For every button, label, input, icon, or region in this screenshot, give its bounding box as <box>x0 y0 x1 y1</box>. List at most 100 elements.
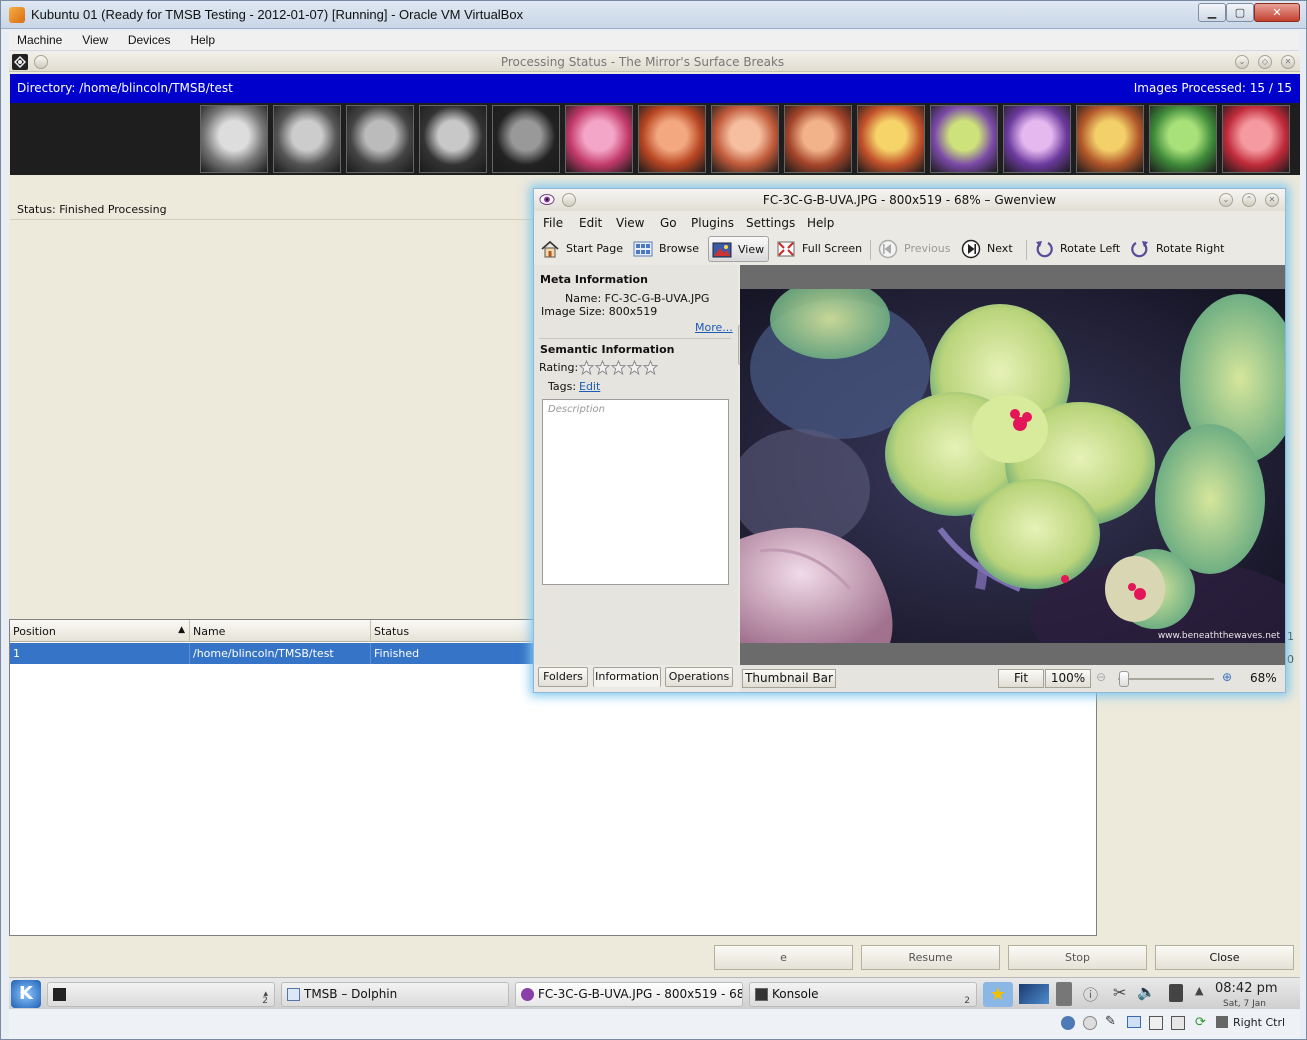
cd-icon[interactable] <box>1083 1016 1097 1030</box>
column-status[interactable]: Status <box>371 620 540 642</box>
column-position[interactable]: Position ▲ <box>10 620 190 642</box>
virtualbox-app-icon <box>9 7 25 23</box>
table-row[interactable]: 1 /home/blincoln/TMSB/test Finished <box>10 643 540 664</box>
info-icon[interactable]: ⓘ <box>1083 984 1098 1005</box>
minimize-icon[interactable]: ⌄ <box>1235 55 1249 69</box>
hard-disk-icon[interactable] <box>1061 1016 1075 1030</box>
star-icon[interactable] <box>643 360 658 375</box>
zoom-out-icon[interactable]: ⊖ <box>1096 670 1106 684</box>
description-field[interactable]: Description <box>542 399 729 585</box>
task-gwenview[interactable]: FC-3C-G-B-UVA.JPG - 800x519 - 68% <box>515 982 743 1007</box>
maximize-button[interactable]: ▢ <box>1226 3 1254 22</box>
next-button[interactable]: Next <box>961 236 1019 262</box>
pause-button[interactable]: e <box>714 945 853 970</box>
network-adapter-icon[interactable] <box>1127 1016 1141 1028</box>
thumbnail[interactable] <box>1149 105 1217 173</box>
maximize-icon[interactable]: ⌃ <box>1242 193 1256 207</box>
thumbnail[interactable] <box>638 105 706 173</box>
menu-plugins[interactable]: Plugins <box>691 216 734 230</box>
star-icon[interactable] <box>595 360 610 375</box>
rotate-right-button[interactable]: Rotate Right <box>1130 236 1226 262</box>
close-icon[interactable]: ✕ <box>1265 193 1279 207</box>
thumbnail[interactable] <box>711 105 779 173</box>
star-icon[interactable]: ★ <box>983 982 1013 1007</box>
virtualbox-titlebar[interactable]: Kubuntu 01 (Ready for TMSB Testing - 201… <box>1 1 1306 29</box>
tab-information[interactable]: Information <box>593 667 661 687</box>
shared-folder-icon[interactable] <box>1149 1016 1163 1030</box>
gwenview-titlebar[interactable]: FC-3C-G-B-UVA.JPG - 800x519 - 68% – Gwen… <box>534 189 1285 211</box>
column-name[interactable]: Name <box>190 620 371 642</box>
menu-view[interactable]: View <box>616 216 644 230</box>
clock-time[interactable]: 08:42 pm <box>1215 981 1278 996</box>
browse-button[interactable]: Browse <box>633 236 699 262</box>
thumbnail[interactable] <box>1076 105 1144 173</box>
tray-expand-icon[interactable]: ▲ <box>1195 984 1203 997</box>
zoom-in-icon[interactable]: ⊕ <box>1222 670 1232 684</box>
tab-folders[interactable]: Folders <box>538 667 588 687</box>
minimize-button[interactable]: ▁ <box>1198 3 1226 22</box>
stop-button[interactable]: Stop <box>1008 945 1147 970</box>
next-icon <box>961 239 981 259</box>
previous-button[interactable]: Previous <box>878 236 954 262</box>
close-button[interactable]: Close <box>1155 945 1294 970</box>
menu-devices[interactable]: Devices <box>120 31 179 49</box>
menu-help[interactable]: Help <box>182 31 223 49</box>
thumbnail[interactable] <box>200 105 268 173</box>
menu-help[interactable]: Help <box>807 216 834 230</box>
full-screen-button[interactable]: Full Screen <box>776 236 862 262</box>
menu-machine[interactable]: Machine <box>9 31 70 49</box>
network-icon[interactable] <box>1169 984 1183 1002</box>
tags-edit-link[interactable]: Edit <box>579 380 600 393</box>
scissors-icon[interactable]: ✂ <box>1113 983 1126 1002</box>
task-konsole[interactable]: Konsole 2 <box>749 982 977 1007</box>
fit-button[interactable]: Fit <box>998 669 1044 688</box>
kde-launcher-icon[interactable]: K <box>11 980 41 1008</box>
grid-icon <box>633 241 653 257</box>
thumbnail[interactable] <box>346 105 414 173</box>
processing-titlebar[interactable]: Processing Status - The Mirror's Surface… <box>9 52 1300 72</box>
minimize-icon[interactable]: ⌄ <box>1219 193 1233 207</box>
close-icon[interactable]: ✕ <box>1281 55 1295 69</box>
display-icon[interactable] <box>1171 1016 1185 1030</box>
zoom-slider-track[interactable] <box>1118 678 1214 680</box>
tmsb-task-icon <box>53 988 66 1001</box>
close-button[interactable]: ✕ <box>1254 3 1300 22</box>
rating-label: Rating: <box>539 361 579 374</box>
usb-icon[interactable]: ✎ <box>1105 1014 1116 1029</box>
thumbnail[interactable] <box>273 105 341 173</box>
volume-icon[interactable]: 🔈 <box>1137 983 1156 1001</box>
zoom-slider-handle[interactable] <box>1119 671 1129 687</box>
thumbnail[interactable] <box>1003 105 1071 173</box>
star-icon[interactable] <box>579 360 594 375</box>
keyboard-capture-icon[interactable] <box>1216 1016 1228 1028</box>
start-page-button[interactable]: Start Page <box>540 236 625 262</box>
star-icon[interactable] <box>627 360 642 375</box>
thumbnail[interactable] <box>492 105 560 173</box>
rotate-left-button[interactable]: Rotate Left <box>1034 236 1122 262</box>
task-tmsb[interactable]: ▴ 2 <box>47 982 275 1007</box>
status-area: Status: Finished Processing <box>10 176 540 220</box>
menu-file[interactable]: File <box>543 216 563 230</box>
thumbnail[interactable] <box>565 105 633 173</box>
thumbnail[interactable] <box>857 105 925 173</box>
maximize-icon[interactable]: ◇ <box>1258 55 1272 69</box>
thumbnail[interactable] <box>784 105 852 173</box>
menu-view[interactable]: View <box>74 31 116 49</box>
zoom-100-button[interactable]: 100% <box>1045 669 1091 688</box>
capture-icon[interactable]: ⟳ <box>1195 1015 1206 1030</box>
thumbnail[interactable] <box>1222 105 1290 173</box>
menu-edit[interactable]: Edit <box>579 216 602 230</box>
view-button[interactable]: View <box>708 236 769 262</box>
desktop-pager-icon[interactable] <box>1019 984 1049 1004</box>
task-dolphin[interactable]: TMSB – Dolphin <box>281 982 509 1007</box>
tab-operations[interactable]: Operations <box>665 667 733 687</box>
star-icon[interactable] <box>611 360 626 375</box>
menu-go[interactable]: Go <box>660 216 677 230</box>
more-link[interactable]: More... <box>695 321 733 334</box>
resume-button[interactable]: Resume <box>861 945 1000 970</box>
thumbnail[interactable] <box>419 105 487 173</box>
menu-settings[interactable]: Settings <box>746 216 795 230</box>
removable-device-icon[interactable] <box>1056 982 1072 1006</box>
thumbnail[interactable] <box>930 105 998 173</box>
thumbnail-bar-toggle[interactable]: Thumbnail Bar <box>742 669 836 688</box>
